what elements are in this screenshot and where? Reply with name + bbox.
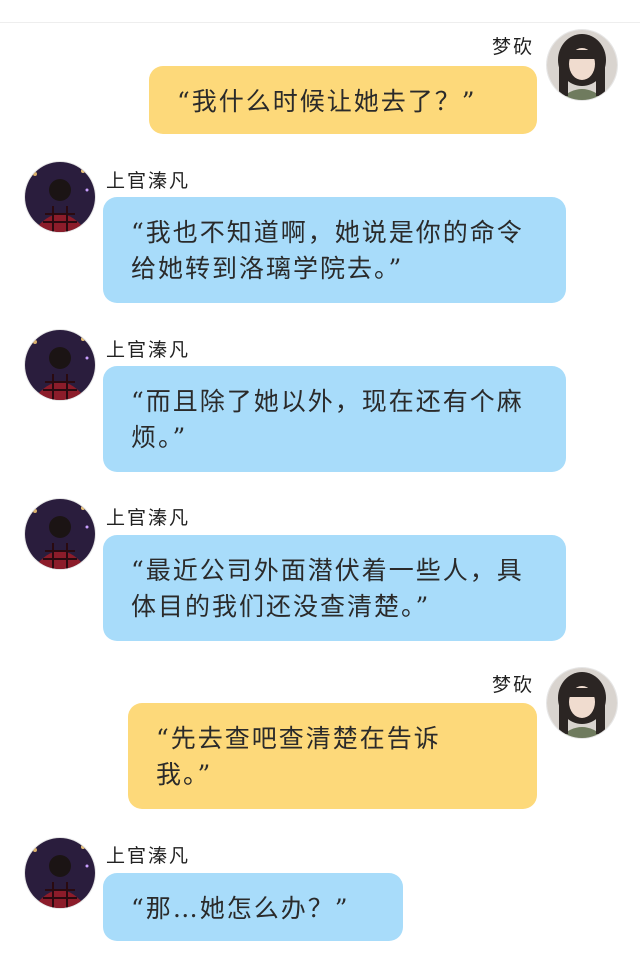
avatar-girl[interactable] [547, 30, 617, 100]
sender-name: 上官溱凡 [106, 507, 191, 529]
boy-avatar-icon [25, 838, 95, 908]
sender-name: 梦砍 [491, 674, 534, 696]
avatar-boy[interactable] [25, 162, 95, 232]
boy-avatar-icon [25, 162, 95, 232]
avatar-boy[interactable] [25, 330, 95, 400]
message-bubble: “我什么时候让她去了？” [149, 66, 537, 134]
sender-name: 上官溱凡 [106, 170, 191, 192]
avatar-girl[interactable] [547, 668, 617, 738]
avatar-boy[interactable] [25, 838, 95, 908]
avatar-boy[interactable] [25, 499, 95, 569]
boy-avatar-icon [25, 330, 95, 400]
sender-name: 梦砍 [491, 36, 534, 58]
message-bubble: “那…她怎么办？” [103, 873, 403, 941]
boy-avatar-icon [25, 499, 95, 569]
girl-avatar-icon [547, 30, 617, 100]
sender-name: 上官溱凡 [106, 339, 191, 361]
message-bubble: “先去查吧查清楚在告诉我。” [128, 703, 537, 809]
message-bubble: “而且除了她以外，现在还有个麻烦。” [103, 366, 566, 472]
message-bubble: “最近公司外面潜伏着一些人，具体目的我们还没查清楚。” [103, 535, 566, 641]
sender-name: 上官溱凡 [106, 845, 191, 867]
message-bubble: “我也不知道啊，她说是你的命令给她转到洛璃学院去。” [103, 197, 566, 303]
top-divider [0, 22, 640, 23]
girl-avatar-icon [547, 668, 617, 738]
